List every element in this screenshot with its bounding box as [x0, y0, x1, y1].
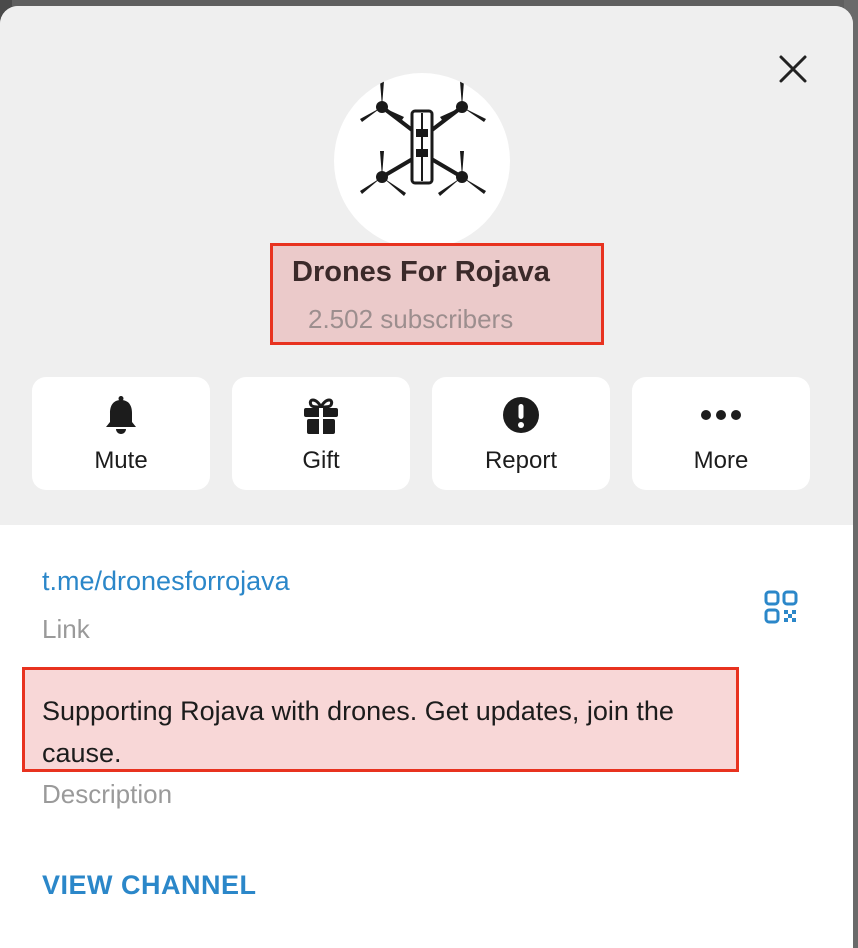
- more-label: More: [693, 447, 749, 474]
- bell-icon: [106, 396, 136, 434]
- channel-name: Drones For Rojava: [292, 256, 550, 288]
- link-caption: Link: [42, 614, 90, 644]
- view-channel-button[interactable]: VIEW CHANNEL: [42, 870, 257, 901]
- close-icon: [779, 55, 807, 83]
- qr-code-icon: [764, 590, 798, 624]
- channel-info-dialog: Drones For Rojava 2.502 subscribers Mute: [0, 6, 853, 948]
- exclamation-icon: [503, 397, 539, 433]
- gift-icon: [304, 398, 338, 434]
- channel-avatar: [334, 73, 510, 249]
- mute-button[interactable]: Mute: [32, 377, 210, 490]
- qr-code-button[interactable]: [760, 586, 802, 628]
- more-dots-icon: [701, 410, 741, 420]
- channel-description: Supporting Rojava with drones. Get updat…: [42, 696, 674, 768]
- channel-header: Drones For Rojava 2.502 subscribers Mute: [0, 6, 853, 525]
- report-button[interactable]: Report: [432, 377, 610, 490]
- subscriber-count: 2.502 subscribers: [308, 304, 514, 334]
- gift-label: Gift: [302, 447, 340, 474]
- mute-label: Mute: [94, 447, 148, 474]
- report-label: Report: [484, 447, 558, 474]
- description-caption: Description: [42, 779, 173, 809]
- channel-link[interactable]: t.me/dronesforrojava: [42, 566, 290, 597]
- drone-icon: [360, 81, 486, 196]
- gift-button[interactable]: Gift: [232, 377, 410, 490]
- close-button[interactable]: [772, 48, 814, 90]
- more-button[interactable]: More: [632, 377, 810, 490]
